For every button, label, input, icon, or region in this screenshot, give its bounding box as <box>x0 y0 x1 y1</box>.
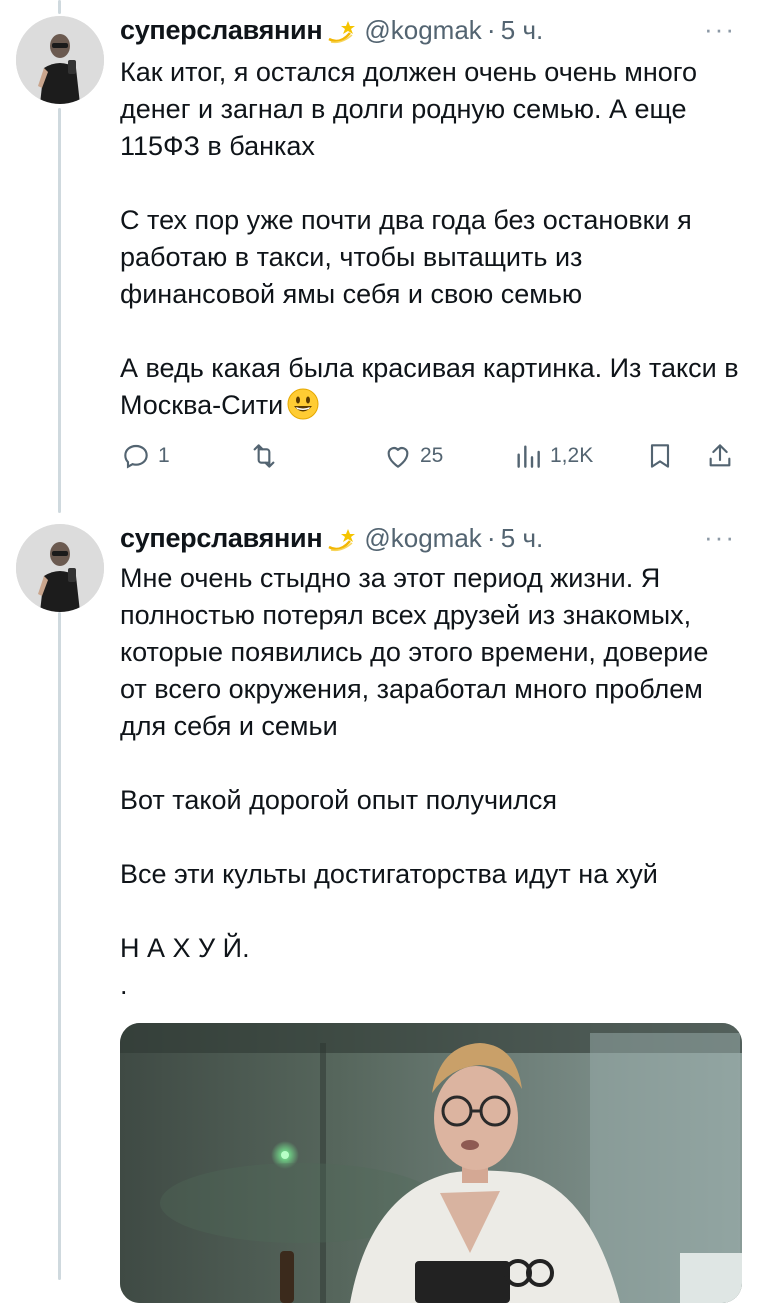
tweet-paragraph: Все эти культы достигаторства идут на ху… <box>120 859 658 889</box>
tweet-text: Мне очень стыдно за этот период жизни. Я… <box>120 560 740 1004</box>
tweet-paragraph: . <box>120 970 128 1000</box>
reply-icon <box>124 444 148 469</box>
tweet-photo[interactable] <box>120 1023 742 1303</box>
avatar[interactable] <box>16 524 104 612</box>
tweet-header: суперславянин @kogmak · 5 ч. <box>120 518 543 558</box>
handle[interactable]: @kogmak <box>364 15 481 46</box>
tweet-actions: 1 25 1,2K <box>120 440 740 480</box>
heart-icon <box>387 447 409 468</box>
share-button[interactable] <box>704 440 742 472</box>
display-name[interactable]: суперславянин <box>120 15 323 46</box>
photo-image <box>120 1023 742 1303</box>
views-chart-icon <box>517 445 540 468</box>
tweet-paragraph: А ведь какая была красивая картинка. Из … <box>120 353 739 420</box>
retweet-icon <box>253 444 275 468</box>
more-options-icon[interactable]: ··· <box>704 14 736 45</box>
handle[interactable]: @kogmak <box>364 523 481 554</box>
tweet-paragraph: С тех пор уже почти два года без останов… <box>120 205 692 309</box>
tweet-header: суперславянин @kogmak · 5 ч. <box>120 10 543 50</box>
timestamp[interactable]: 5 ч. <box>501 523 543 554</box>
thread-connector-line <box>58 108 61 513</box>
share-icon <box>709 444 731 467</box>
bookmark-icon <box>650 444 670 468</box>
separator-dot: · <box>486 14 496 45</box>
tweet-paragraph: Вот такой дорогой опыт получился <box>120 785 557 815</box>
tweet-paragraph: Как итог, я остался должен очень очень м… <box>120 57 698 161</box>
avatar-image <box>16 524 104 612</box>
like-count: 25 <box>420 444 444 467</box>
shooting-star-icon <box>326 15 356 45</box>
display-name[interactable]: суперславянин <box>120 523 323 554</box>
grinning-face-icon <box>287 388 319 420</box>
thread-connector-line-top <box>58 0 61 14</box>
shooting-star-icon <box>326 523 356 553</box>
timestamp[interactable]: 5 ч. <box>501 15 543 46</box>
tweet-paragraph: Мне очень стыдно за этот период жизни. Я… <box>120 563 709 741</box>
avatar[interactable] <box>16 16 104 104</box>
avatar-image <box>16 16 104 104</box>
more-options-icon[interactable]: ··· <box>704 522 736 553</box>
tweet-text: Как итог, я остался должен очень очень м… <box>120 54 740 424</box>
views-count: 1,2K <box>550 444 594 467</box>
tweet-paragraph: Н А Х У Й. <box>120 933 250 963</box>
thread-connector-line-2 <box>58 612 61 1280</box>
reply-button[interactable]: 1 <box>120 440 170 472</box>
like-button[interactable]: 25 <box>382 440 443 472</box>
reply-count: 1 <box>158 444 170 467</box>
bookmark-button[interactable] <box>644 440 682 472</box>
retweet-button[interactable] <box>248 440 286 472</box>
views-button[interactable]: 1,2K <box>512 440 593 472</box>
separator-dot: · <box>486 522 496 553</box>
